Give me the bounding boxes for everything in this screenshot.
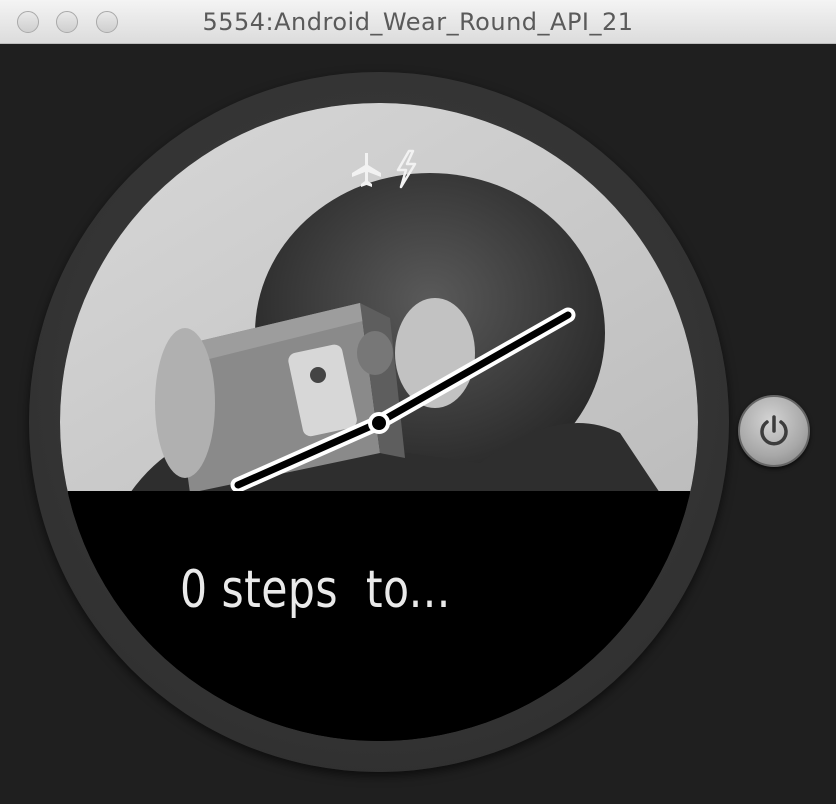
power-icon <box>760 415 788 446</box>
window-titlebar: 5554:Android_Wear_Round_API_21 <box>0 0 836 44</box>
watch-screen[interactable] <box>60 103 698 741</box>
watch-face-graphics <box>60 103 698 741</box>
background-photo <box>60 103 698 493</box>
window-title: 5554:Android_Wear_Round_API_21 <box>202 8 634 36</box>
step-count-text: 0 steps to... <box>180 560 451 620</box>
power-button[interactable] <box>738 395 810 467</box>
